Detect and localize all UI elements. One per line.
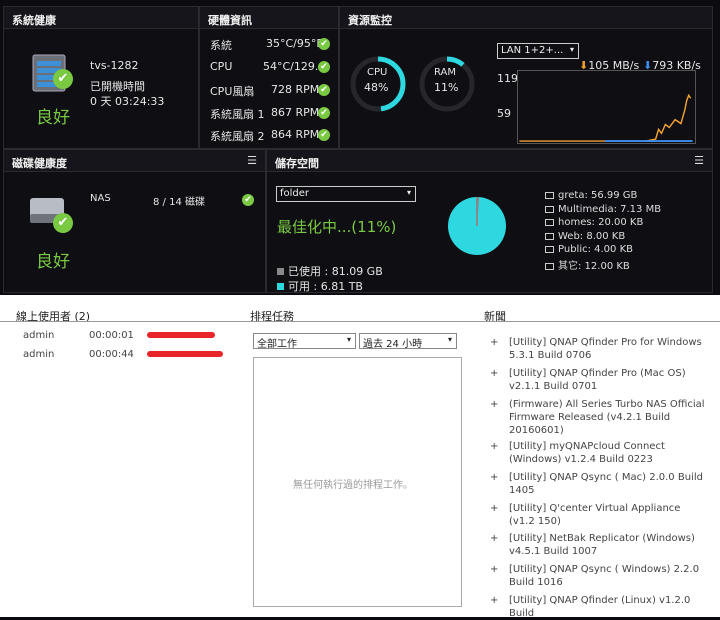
online-users-list: admin 00:00:01 admin 00:00:44 — [0, 330, 245, 370]
no-tasks-message: 無任何執行過的排程工作。 — [293, 480, 413, 491]
hw-ok-icon-1: ✔ — [318, 61, 330, 73]
plus-icon: + — [490, 564, 499, 575]
cpu-gauge-value: 48% — [364, 81, 389, 94]
dashboard-top: 系統健康 ✔ tvs-1282 已開機時間 0 天 03:24:33 良好 硬體… — [0, 0, 720, 295]
task-filter-value: 全部工作 — [257, 339, 297, 350]
user-name: admin — [23, 349, 55, 360]
user-session-time: 00:00:44 — [89, 349, 134, 360]
plus-icon: + — [490, 337, 499, 348]
hw-label-2: CPU風扇 — [210, 85, 255, 98]
disk-status: 良好 — [36, 252, 70, 272]
hardware-info-panel: 硬體資訊 系統 35°C/95°F ✔ CPU 54°C/129... ✔ CP… — [199, 6, 339, 149]
chevron-down-icon: ▾ — [569, 45, 574, 54]
task-list-box: 無任何執行過的排程工作。 — [253, 357, 462, 607]
disk-health-panel: 磁碟健康度 ☰ ✔ NAS 8 / 14 磁碟 ✔ 良好 — [3, 149, 266, 293]
uptime-value: 0 天 03:24:33 — [90, 95, 165, 108]
used-legend-swatch — [277, 268, 284, 275]
lan-select[interactable]: LAN 1+2+... ▾ — [497, 43, 579, 59]
folder-select-value: folder — [280, 188, 310, 199]
section-divider — [0, 321, 720, 322]
chevron-down-icon: ▾ — [447, 335, 452, 344]
task-filter-select[interactable]: 全部工作 ▾ — [253, 333, 356, 350]
chevron-down-icon: ▾ — [406, 188, 411, 197]
folder-item: homes: 20.00 KB — [545, 217, 643, 228]
hw-label-3: 系統風扇 1 — [210, 108, 265, 121]
hw-ok-icon-4: ✔ — [318, 129, 330, 141]
chart-y-top: 119 — [497, 72, 518, 85]
share-folder-icon — [545, 191, 554, 199]
plus-icon: + — [490, 441, 499, 452]
plus-icon: + — [490, 399, 499, 410]
list-icon[interactable]: ☰ — [247, 154, 257, 167]
folder-select[interactable]: folder ▾ — [276, 186, 416, 202]
hw-value-4: 864 RPM — [271, 128, 320, 141]
share-folder-icon — [545, 262, 554, 270]
plus-icon: + — [490, 368, 499, 379]
disk-health-title: 磁碟健康度 — [4, 150, 265, 172]
resource-monitor-panel: 資源監控 CPU 48% RAM 11% LAN 1+2+... ▾ ⬇105 … — [339, 6, 713, 149]
system-health-panel: 系統健康 ✔ tvs-1282 已開機時間 0 天 03:24:33 良好 — [3, 6, 199, 149]
uptime-label: 已開機時間 — [90, 80, 145, 93]
hardware-info-title: 硬體資訊 — [200, 7, 338, 29]
folder-item: 其它: 12.00 KB — [545, 257, 630, 272]
hw-value-1: 54°C/129... — [263, 60, 326, 73]
hw-ok-icon-2: ✔ — [318, 84, 330, 96]
plus-icon: + — [490, 595, 499, 606]
lan-select-value: LAN 1+2+... — [501, 45, 564, 56]
disk-count-ok-icon: ✔ — [242, 194, 254, 206]
hw-ok-icon-3: ✔ — [318, 107, 330, 119]
list-icon[interactable]: ☰ — [694, 154, 704, 167]
storage-panel: 儲存空間 ☰ folder ▾ 最佳化中...(11%) 已使用 : 81.09… — [266, 149, 713, 293]
disk-count: 8 / 14 磁碟 — [153, 197, 205, 208]
hw-label-1: CPU — [210, 60, 233, 73]
disk-ok-check-icon: ✔ — [53, 213, 73, 233]
hw-label-4: 系統風扇 2 — [210, 130, 265, 143]
disk-name: NAS — [90, 193, 111, 204]
used-space: 已使用 : 81.09 GB — [277, 263, 383, 279]
storage-title: 儲存空間 — [267, 150, 712, 172]
hw-value-0: 35°C/95°F — [266, 37, 323, 50]
user-session-time: 00:00:01 — [89, 330, 134, 341]
ram-gauge-label: RAM — [434, 67, 457, 78]
storage-pie-chart — [448, 197, 506, 255]
hw-ok-icon-0: ✔ — [318, 38, 330, 50]
network-chart — [517, 70, 696, 144]
share-folder-icon — [545, 205, 554, 213]
folder-item: greta: 56.99 GB — [545, 190, 637, 201]
hostname: tvs-1282 — [90, 59, 139, 72]
hw-value-3: 867 RPM — [271, 106, 320, 119]
redacted-ip — [147, 351, 223, 357]
user-name: admin — [23, 330, 55, 341]
share-folder-icon — [545, 245, 554, 253]
folder-item: Public: 4.00 KB — [545, 244, 633, 255]
free-legend-swatch — [277, 283, 284, 290]
plus-icon: + — [490, 503, 499, 514]
time-range-value: 過去 24 小時 — [363, 339, 423, 350]
ram-gauge-value: 11% — [434, 81, 459, 94]
folder-item: Multimedia: 7.13 MB — [545, 204, 661, 215]
share-folder-icon — [545, 232, 554, 240]
hw-label-0: 系統 — [210, 39, 232, 52]
chart-y-mid: 59 — [497, 107, 511, 120]
hw-value-2: 728 RPM — [271, 83, 320, 96]
plus-icon: + — [490, 472, 499, 483]
resource-monitor-title: 資源監控 — [340, 7, 712, 29]
system-status: 良好 — [36, 108, 70, 128]
system-health-title: 系統健康 — [4, 7, 198, 29]
system-ok-check-icon: ✔ — [53, 69, 73, 89]
chevron-down-icon: ▾ — [346, 335, 351, 344]
optimizing-status: 最佳化中...(11%) — [277, 218, 397, 236]
plus-icon: + — [490, 533, 499, 544]
cpu-gauge-label: CPU — [367, 67, 388, 78]
free-space: 可用 : 6.81 TB — [277, 278, 363, 294]
redacted-ip — [147, 332, 215, 338]
time-range-select[interactable]: 過去 24 小時 ▾ — [359, 333, 457, 350]
folder-item: Web: 8.00 KB — [545, 231, 625, 242]
share-folder-icon — [545, 218, 554, 226]
